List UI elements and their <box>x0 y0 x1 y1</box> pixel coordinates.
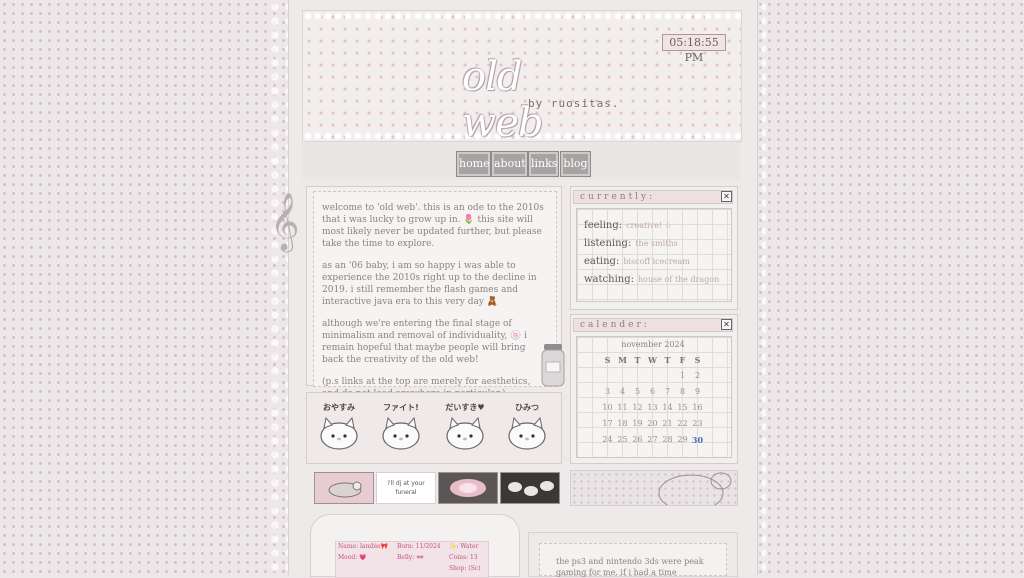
currently-row-eating: eating: biscoff icecream <box>584 256 690 267</box>
calendar-day[interactable]: 13 <box>645 403 660 412</box>
currently-value: biscoff icecream <box>623 257 690 266</box>
calendar-day[interactable]: 22 <box>675 419 690 428</box>
calendar-day[interactable]: 1 <box>675 371 690 380</box>
calendar-day[interactable]: 7 <box>660 387 675 396</box>
currently-label: feeling: <box>584 220 623 231</box>
candle-jar-icon <box>541 344 565 387</box>
treble-clef-icon: 𝄞 <box>270 192 300 250</box>
kitty-face-icon <box>320 416 358 450</box>
pet-belly: Belly: 🕶 <box>397 554 424 561</box>
calendar-day[interactable]: 4 <box>615 387 630 396</box>
calendar-weekday: T <box>664 355 671 365</box>
calendar-weekday: F <box>679 355 686 365</box>
calendar-day[interactable]: 23 <box>690 419 705 428</box>
pet-element: ✨: Water <box>449 543 479 550</box>
currently-row-watching: watching: house of the dragon <box>584 274 719 285</box>
kitty-face-icon <box>446 416 484 450</box>
sticker-caption: ひみつ <box>515 403 539 412</box>
calendar-day[interactable]: 8 <box>675 387 690 396</box>
calendar-day[interactable]: 5 <box>630 387 645 396</box>
intro-paragraph-2: as an '06 baby, i am so happy i was able… <box>322 261 537 307</box>
currently-close-button[interactable]: ✕ <box>721 191 732 202</box>
calendar-day[interactable]: 14 <box>660 403 675 412</box>
calendar-day[interactable]: 12 <box>630 403 645 412</box>
sticker-caption: ファイト! <box>383 403 419 412</box>
intro-paragraph-3: although we're entering the final stage … <box>322 319 528 365</box>
note-panel: the ps3 and nintendo 3ds were peak gamin… <box>528 532 738 577</box>
nav-blog-button[interactable]: blog <box>560 151 591 177</box>
calendar-weekday: T <box>634 355 641 365</box>
calendar-day[interactable]: 16 <box>690 403 705 412</box>
kitty-sticker: だいすき♥ <box>438 402 492 452</box>
currently-value: creative! ☆ <box>626 221 672 230</box>
kitty-sticker: ファイト! <box>374 402 428 452</box>
calendar-today[interactable]: 30 <box>690 435 705 445</box>
calendar-day[interactable]: 3 <box>600 387 615 396</box>
calendar-weekday: S <box>604 355 611 365</box>
calendar-day[interactable]: 2 <box>690 371 705 380</box>
calendar-month: november 2024 <box>621 340 685 349</box>
nav-links-button[interactable]: links <box>528 151 559 177</box>
calendar-day[interactable]: 19 <box>630 419 645 428</box>
pet-shop: Shop: (Sc) <box>449 565 481 572</box>
hello-kitty-icon <box>658 472 732 512</box>
calendar-day[interactable]: 17 <box>600 419 615 428</box>
left-lace-border <box>268 0 290 575</box>
calendar-title: calender: <box>573 318 733 332</box>
sticker-caption: だいすき♥ <box>445 403 485 412</box>
calendar-day[interactable]: 9 <box>690 387 705 396</box>
link-button-4[interactable] <box>500 472 560 504</box>
intro-panel: welcome to 'old web'. this is an ode to … <box>306 186 562 399</box>
nav-about-button[interactable]: about <box>491 151 528 177</box>
calendar-weekday: S <box>694 355 701 365</box>
calendar-day[interactable]: 27 <box>645 435 660 444</box>
currently-label: eating: <box>584 256 620 267</box>
pink-flower-icon <box>450 479 486 497</box>
currently-row-feeling: feeling: creative! ☆ <box>584 220 672 231</box>
pet-born: Born: 11/2024 <box>397 543 441 550</box>
calendar-day[interactable]: 29 <box>675 435 690 444</box>
calendar-day[interactable]: 21 <box>660 419 675 428</box>
header-lace-top <box>303 11 741 21</box>
calendar-day[interactable]: 18 <box>615 419 630 428</box>
currently-value: the smiths <box>635 239 678 248</box>
calendar-day[interactable]: 15 <box>675 403 690 412</box>
site-byline: by ruositas. <box>528 97 620 110</box>
hello-kitty-banner <box>570 470 738 512</box>
pet-coins: Coins: 13 <box>449 554 478 561</box>
clock-display: 05:18:55 PM <box>662 34 726 64</box>
kitty-face-icon <box>382 416 420 450</box>
calendar-day[interactable]: 10 <box>600 403 615 412</box>
lambs-icon <box>508 481 554 496</box>
note-box: the ps3 and nintendo 3ds were peak gamin… <box>539 543 727 577</box>
kitty-face-icon <box>508 416 546 450</box>
sticker-caption: おやすみ <box>323 403 355 412</box>
currently-label: watching: <box>584 274 634 285</box>
calendar-day[interactable]: 26 <box>630 435 645 444</box>
link-button-2[interactable]: i'll dj at your funeral <box>376 472 436 504</box>
calendar-day[interactable]: 11 <box>615 403 630 412</box>
calendar-weekday: M <box>618 355 627 365</box>
calendar-close-button[interactable]: ✕ <box>721 319 732 330</box>
calendar-day[interactable]: 6 <box>645 387 660 396</box>
calendar-day[interactable]: 25 <box>615 435 630 444</box>
link-button-1[interactable] <box>314 472 374 504</box>
link-button-3[interactable] <box>438 472 498 504</box>
rat-icon <box>328 481 362 498</box>
pet-name: Name: lambie🎀 <box>338 543 388 550</box>
kitty-sticker: おやすみ <box>312 402 366 452</box>
calendar-day[interactable]: 24 <box>600 435 615 444</box>
calendar-day[interactable]: 28 <box>660 435 675 444</box>
calendar-day[interactable]: 20 <box>645 419 660 428</box>
calendar-weekday: W <box>648 355 657 365</box>
intro-text-box: welcome to 'old web'. this is an ode to … <box>313 191 557 399</box>
kitty-sticker: ひみつ <box>500 402 554 452</box>
nav-home-button[interactable]: home <box>456 151 491 177</box>
currently-label: listening: <box>584 238 632 249</box>
currently-value: house of the dragon <box>638 275 720 284</box>
currently-row-listening: listening: the smiths <box>584 238 678 249</box>
intro-paragraph-1: welcome to 'old web'. this is an ode to … <box>322 203 544 249</box>
currently-title: currently: <box>573 190 733 204</box>
pet-mood: Mood: 💗 <box>338 554 367 561</box>
